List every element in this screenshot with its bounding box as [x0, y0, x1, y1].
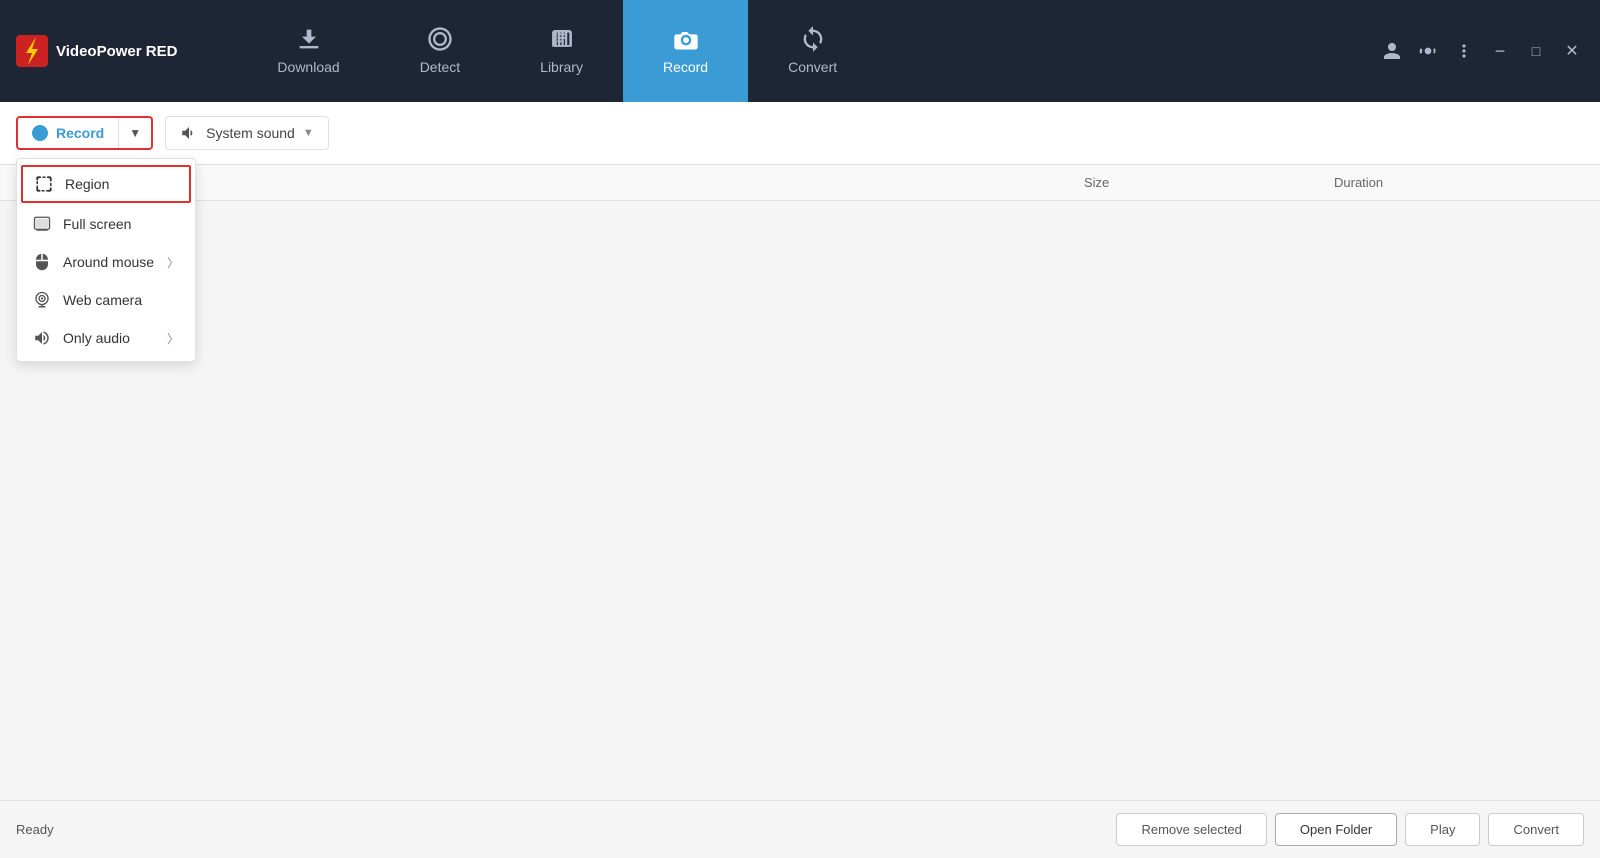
bottom-bar: Ready Remove selected Open Folder Play C…: [0, 800, 1600, 858]
tab-convert-label: Convert: [788, 59, 837, 75]
system-sound-label: System sound: [206, 125, 295, 141]
table-header: Size Duration: [0, 165, 1600, 201]
convert-button[interactable]: Convert: [1488, 813, 1584, 846]
dropdown-item-only-audio-label: Only audio: [63, 330, 130, 346]
app-logo: VideoPower RED: [16, 35, 177, 67]
app-logo-icon: [16, 35, 48, 67]
audio-icon: [33, 329, 51, 347]
around-mouse-arrow: 〉: [167, 254, 179, 271]
record-label: Record: [56, 125, 104, 141]
bottom-actions: Remove selected Open Folder Play Convert: [1116, 813, 1584, 846]
fullscreen-icon: [33, 215, 51, 233]
status-text: Ready: [16, 822, 54, 837]
dropdown-item-region-label: Region: [65, 176, 109, 192]
record-dropdown-button[interactable]: Record ▼: [16, 116, 153, 150]
mouse-icon: [33, 253, 51, 271]
minimize-button[interactable]: −: [1488, 39, 1512, 63]
library-icon: [548, 25, 576, 53]
tab-library-label: Library: [540, 59, 583, 75]
dropdown-item-web-camera[interactable]: Web camera: [17, 281, 195, 319]
maximize-button[interactable]: □: [1524, 39, 1548, 63]
tab-record-label: Record: [663, 59, 708, 75]
record-dropdown-arrow[interactable]: ▼: [119, 119, 151, 147]
col-header-duration: Duration: [1334, 175, 1584, 190]
dropdown-item-region[interactable]: Region: [21, 165, 191, 203]
col-header-size: Size: [1084, 175, 1334, 190]
tab-record[interactable]: Record: [623, 0, 748, 102]
tab-download[interactable]: Download: [237, 0, 379, 102]
record-main[interactable]: Record: [18, 118, 119, 148]
tab-download-label: Download: [277, 59, 339, 75]
speaker-icon: [180, 124, 198, 142]
region-icon: [35, 175, 53, 193]
titlebar-controls: − □ ✕: [1380, 39, 1584, 63]
main-content: Record ▼ System sound ▼: [0, 102, 1600, 858]
open-folder-button[interactable]: Open Folder: [1275, 813, 1397, 846]
dropdown-item-web-camera-label: Web camera: [63, 292, 142, 308]
tab-convert[interactable]: Convert: [748, 0, 877, 102]
titlebar: VideoPower RED Download Detect Library: [0, 0, 1600, 102]
tab-detect[interactable]: Detect: [380, 0, 500, 102]
record-circle-icon: [32, 125, 48, 141]
detect-icon: [426, 25, 454, 53]
dropdown-item-around-mouse-label: Around mouse: [63, 254, 154, 270]
close-button[interactable]: ✕: [1560, 39, 1584, 63]
play-button[interactable]: Play: [1405, 813, 1480, 846]
download-icon: [295, 25, 323, 53]
tab-detect-label: Detect: [420, 59, 460, 75]
dropdown-item-around-mouse[interactable]: Around mouse 〉: [17, 243, 195, 281]
content-area: [0, 201, 1600, 800]
remove-selected-button[interactable]: Remove selected: [1116, 813, 1266, 846]
dropdown-item-fullscreen-label: Full screen: [63, 216, 131, 232]
system-sound-arrow[interactable]: ▼: [303, 127, 314, 139]
dropdown-item-fullscreen[interactable]: Full screen: [17, 205, 195, 243]
menu-icon[interactable]: [1452, 39, 1476, 63]
nav-tabs: Download Detect Library: [237, 0, 1380, 102]
toolbar: Record ▼ System sound ▼: [0, 102, 1600, 165]
webcam-icon: [33, 291, 51, 309]
record-dropdown-menu: Region Full screen Around mouse 〉: [16, 158, 196, 362]
convert-icon: [799, 25, 827, 53]
dropdown-item-only-audio[interactable]: Only audio 〉: [17, 319, 195, 357]
only-audio-arrow: 〉: [167, 330, 179, 347]
user-icon[interactable]: [1380, 39, 1404, 63]
settings-icon[interactable]: [1416, 39, 1440, 63]
app-name: VideoPower RED: [56, 43, 177, 60]
tab-library[interactable]: Library: [500, 0, 623, 102]
record-icon: [672, 25, 700, 53]
system-sound-button[interactable]: System sound ▼: [165, 116, 329, 150]
